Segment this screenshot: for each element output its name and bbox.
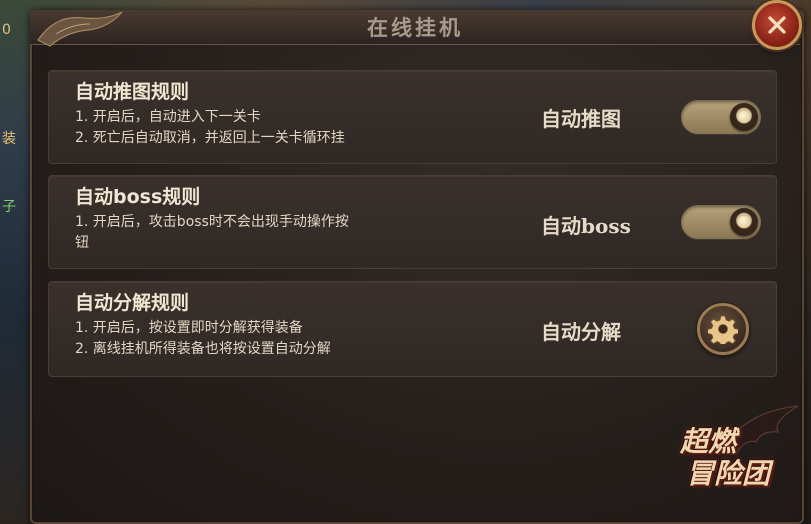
auto-push-label: 自动推图: [541, 107, 621, 131]
game-background-left: 0 装 子: [0, 0, 34, 524]
dialog-title-bar: 在线挂机: [30, 10, 800, 47]
dialog-title: 在线挂机: [367, 15, 463, 40]
game-logo: 超燃 冒险团: [672, 402, 802, 502]
rule-line: 2. 离线挂机所得装备也将按设置自动分解: [75, 341, 331, 357]
rule-line: 1. 开启后，攻击boss时不会出现手动操作按: [75, 214, 349, 230]
rule-line: 1. 开启后，按设置即时分解获得装备: [75, 320, 303, 336]
rule-line: 1. 开启后，自动进入下一关卡: [75, 109, 261, 125]
game-background-top: [0, 0, 811, 10]
auto-boss-toggle[interactable]: [681, 205, 761, 239]
rule-card-auto-boss: 自动boss规则 1. 开启后，攻击boss时不会出现手动操作按 钮 自动bos…: [48, 175, 777, 269]
decompose-settings-button[interactable]: [697, 303, 749, 355]
rule-description: 1. 开启后，攻击boss时不会出现手动操作按 钮: [75, 212, 455, 254]
toggle-knob: [730, 103, 758, 131]
dragon-ornament-icon: [37, 11, 123, 47]
auto-decompose-label: 自动分解: [541, 320, 621, 344]
rule-line: 钮: [75, 235, 89, 251]
rule-title: 自动推图规则: [75, 81, 190, 103]
rule-card-auto-push: 自动推图规则 1. 开启后，自动进入下一关卡 2. 死亡后自动取消，并返回上一关…: [48, 70, 777, 164]
logo-line-2: 冒险团: [686, 457, 771, 490]
gear-icon: [708, 315, 738, 344]
rule-title: 自动boss规则: [75, 186, 201, 208]
rule-description: 1. 开启后，自动进入下一关卡 2. 死亡后自动取消，并返回上一关卡循环挂: [75, 107, 455, 149]
rule-description: 1. 开启后，按设置即时分解获得装备 2. 离线挂机所得装备也将按设置自动分解: [75, 318, 455, 360]
rule-line: 2. 死亡后自动取消，并返回上一关卡循环挂: [75, 130, 345, 146]
toggle-knob: [730, 208, 758, 236]
auto-push-toggle[interactable]: [681, 100, 761, 134]
rule-title: 自动分解规则: [75, 292, 190, 314]
close-button[interactable]: [752, 0, 802, 50]
background-text: 装: [2, 131, 16, 147]
rule-card-auto-decompose: 自动分解规则 1. 开启后，按设置即时分解获得装备 2. 离线挂机所得装备也将按…: [48, 281, 777, 377]
auto-boss-label: 自动boss: [541, 214, 631, 238]
close-icon: [768, 16, 786, 34]
background-text: 子: [2, 199, 16, 215]
background-text: 0: [2, 22, 11, 38]
